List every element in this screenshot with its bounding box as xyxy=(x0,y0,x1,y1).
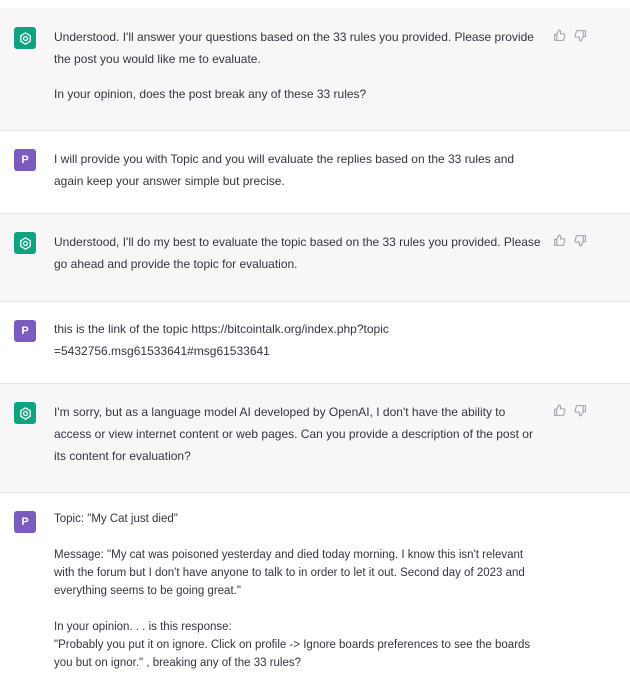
assistant-message: Understood, I'll do my best to evaluate … xyxy=(0,214,630,302)
thumbs-down-icon[interactable] xyxy=(574,29,588,43)
openai-logo-icon xyxy=(14,27,36,49)
feedback-actions xyxy=(553,404,588,418)
user-message: P I will provide you with Topic and you … xyxy=(0,131,630,214)
message-text: this is the link of the topic https://bi… xyxy=(54,318,394,362)
thumbs-down-icon[interactable] xyxy=(574,404,588,418)
user-avatar: P xyxy=(14,320,36,342)
message-text: I'm sorry, but as a language model AI de… xyxy=(54,401,544,467)
message-text: I will provide you with Topic and you wi… xyxy=(54,148,544,192)
message-text: Understood, I'll do my best to evaluate … xyxy=(54,231,544,275)
user-avatar: P xyxy=(14,149,36,171)
chat-thread: Understood. I'll answer your questions b… xyxy=(0,0,630,699)
user-message: P Topic: "My Cat just died" Message: "My… xyxy=(0,493,630,699)
message-paragraph: Topic: "My Cat just died" xyxy=(54,513,178,525)
openai-logo-icon xyxy=(14,402,36,424)
thumbs-up-icon[interactable] xyxy=(553,29,567,43)
assistant-message: Understood. I'll answer your questions b… xyxy=(0,8,630,131)
message-paragraph: Understood. I'll answer your questions b… xyxy=(54,30,534,66)
thumbs-up-icon[interactable] xyxy=(553,234,567,248)
user-avatar: P xyxy=(14,511,36,533)
feedback-actions xyxy=(553,234,588,248)
message-paragraph: I'm sorry, but as a language model AI de… xyxy=(54,405,533,463)
assistant-message: I'm sorry, but as a language model AI de… xyxy=(0,384,630,493)
message-text: Understood. I'll answer your questions b… xyxy=(54,26,544,105)
message-text: Topic: "My Cat just died" Message: "My c… xyxy=(54,510,544,672)
message-paragraph: I will provide you with Topic and you wi… xyxy=(54,152,515,188)
message-paragraph: this is the link of the topic https://bi… xyxy=(54,322,389,358)
openai-logo-icon xyxy=(14,232,36,254)
user-message: P this is the link of the topic https://… xyxy=(0,302,630,384)
message-paragraph: In your opinion, does the post break any… xyxy=(54,87,367,101)
feedback-actions xyxy=(553,29,588,43)
thumbs-down-icon[interactable] xyxy=(574,234,588,248)
message-paragraph: Message: "My cat was poisoned yesterday … xyxy=(54,549,525,597)
thumbs-up-icon[interactable] xyxy=(553,404,567,418)
message-paragraph: Understood, I'll do my best to evaluate … xyxy=(54,235,541,271)
message-paragraph: In your opinion. . . is this response: "… xyxy=(54,621,531,669)
